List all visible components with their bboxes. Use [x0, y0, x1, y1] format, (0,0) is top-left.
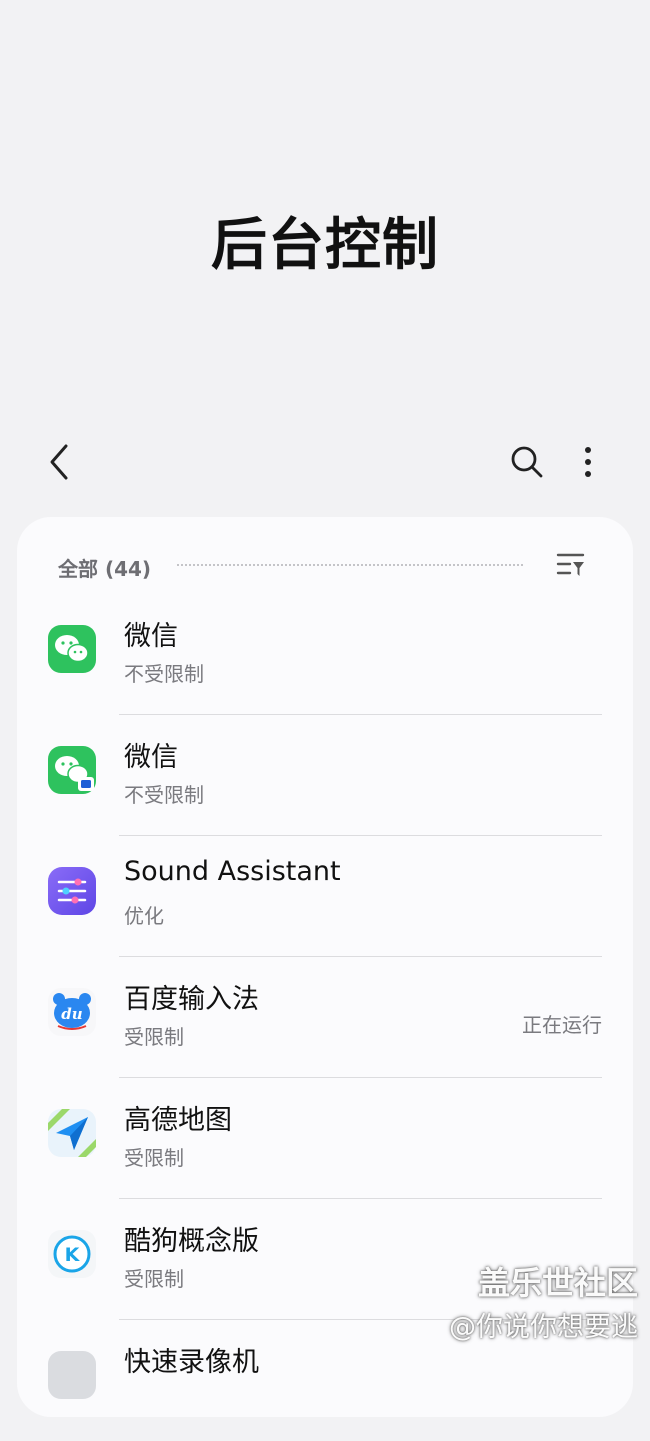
- more-options-button[interactable]: [566, 440, 610, 484]
- app-icon: [48, 1351, 96, 1399]
- chevron-left-icon: [50, 444, 68, 480]
- app-status: 不受限制: [124, 662, 204, 686]
- app-name: 百度输入法: [124, 984, 259, 1015]
- divider: [177, 564, 523, 566]
- wechat-icon: [48, 625, 96, 673]
- kugou-icon: K: [48, 1230, 96, 1278]
- search-icon: [511, 446, 543, 478]
- filter-row: 全部 (44): [17, 545, 633, 587]
- search-button[interactable]: [505, 440, 549, 484]
- filter-sort-icon: [556, 553, 585, 576]
- svg-text:K: K: [65, 1244, 81, 1266]
- app-status: 受限制: [124, 1267, 184, 1291]
- filter-dropdown[interactable]: 全部 (44): [58, 553, 151, 582]
- app-status: 受限制: [124, 1025, 184, 1049]
- baidu-input-icon: du: [48, 988, 96, 1036]
- app-row-baidu-input[interactable]: du 百度输入法 受限制 正在运行: [17, 957, 633, 1078]
- running-status: 正在运行: [522, 1013, 602, 1037]
- app-status: 受限制: [124, 1146, 184, 1170]
- wechat-work-profile-icon: [48, 746, 96, 794]
- back-button[interactable]: [38, 440, 82, 484]
- app-status: 不受限制: [124, 783, 204, 807]
- app-status: 优化: [124, 904, 164, 928]
- watermark-user: @你说你想要逃: [449, 1312, 638, 1343]
- app-name: 微信: [124, 621, 178, 652]
- svg-text:du: du: [61, 1005, 82, 1023]
- app-name: Sound Assistant: [124, 856, 341, 887]
- toolbar: [0, 440, 650, 484]
- filter-sort-button[interactable]: [552, 546, 590, 584]
- app-row-amap[interactable]: 高德地图 受限制: [17, 1078, 633, 1199]
- amap-icon: [48, 1109, 96, 1157]
- app-name: 酷狗概念版: [124, 1226, 259, 1257]
- watermark-logo: 盖乐世社区: [477, 1264, 638, 1302]
- app-row-wechat[interactable]: 微信 不受限制: [17, 594, 633, 715]
- app-name: 微信: [124, 742, 178, 773]
- page-title: 后台控制: [211, 213, 439, 278]
- app-name: 高德地图: [124, 1105, 232, 1136]
- app-row-wechat-work[interactable]: 微信 不受限制: [17, 715, 633, 836]
- sound-assistant-icon: [48, 867, 96, 915]
- more-vertical-icon: [585, 447, 591, 477]
- app-row-sound-assistant[interactable]: Sound Assistant 优化: [17, 836, 633, 957]
